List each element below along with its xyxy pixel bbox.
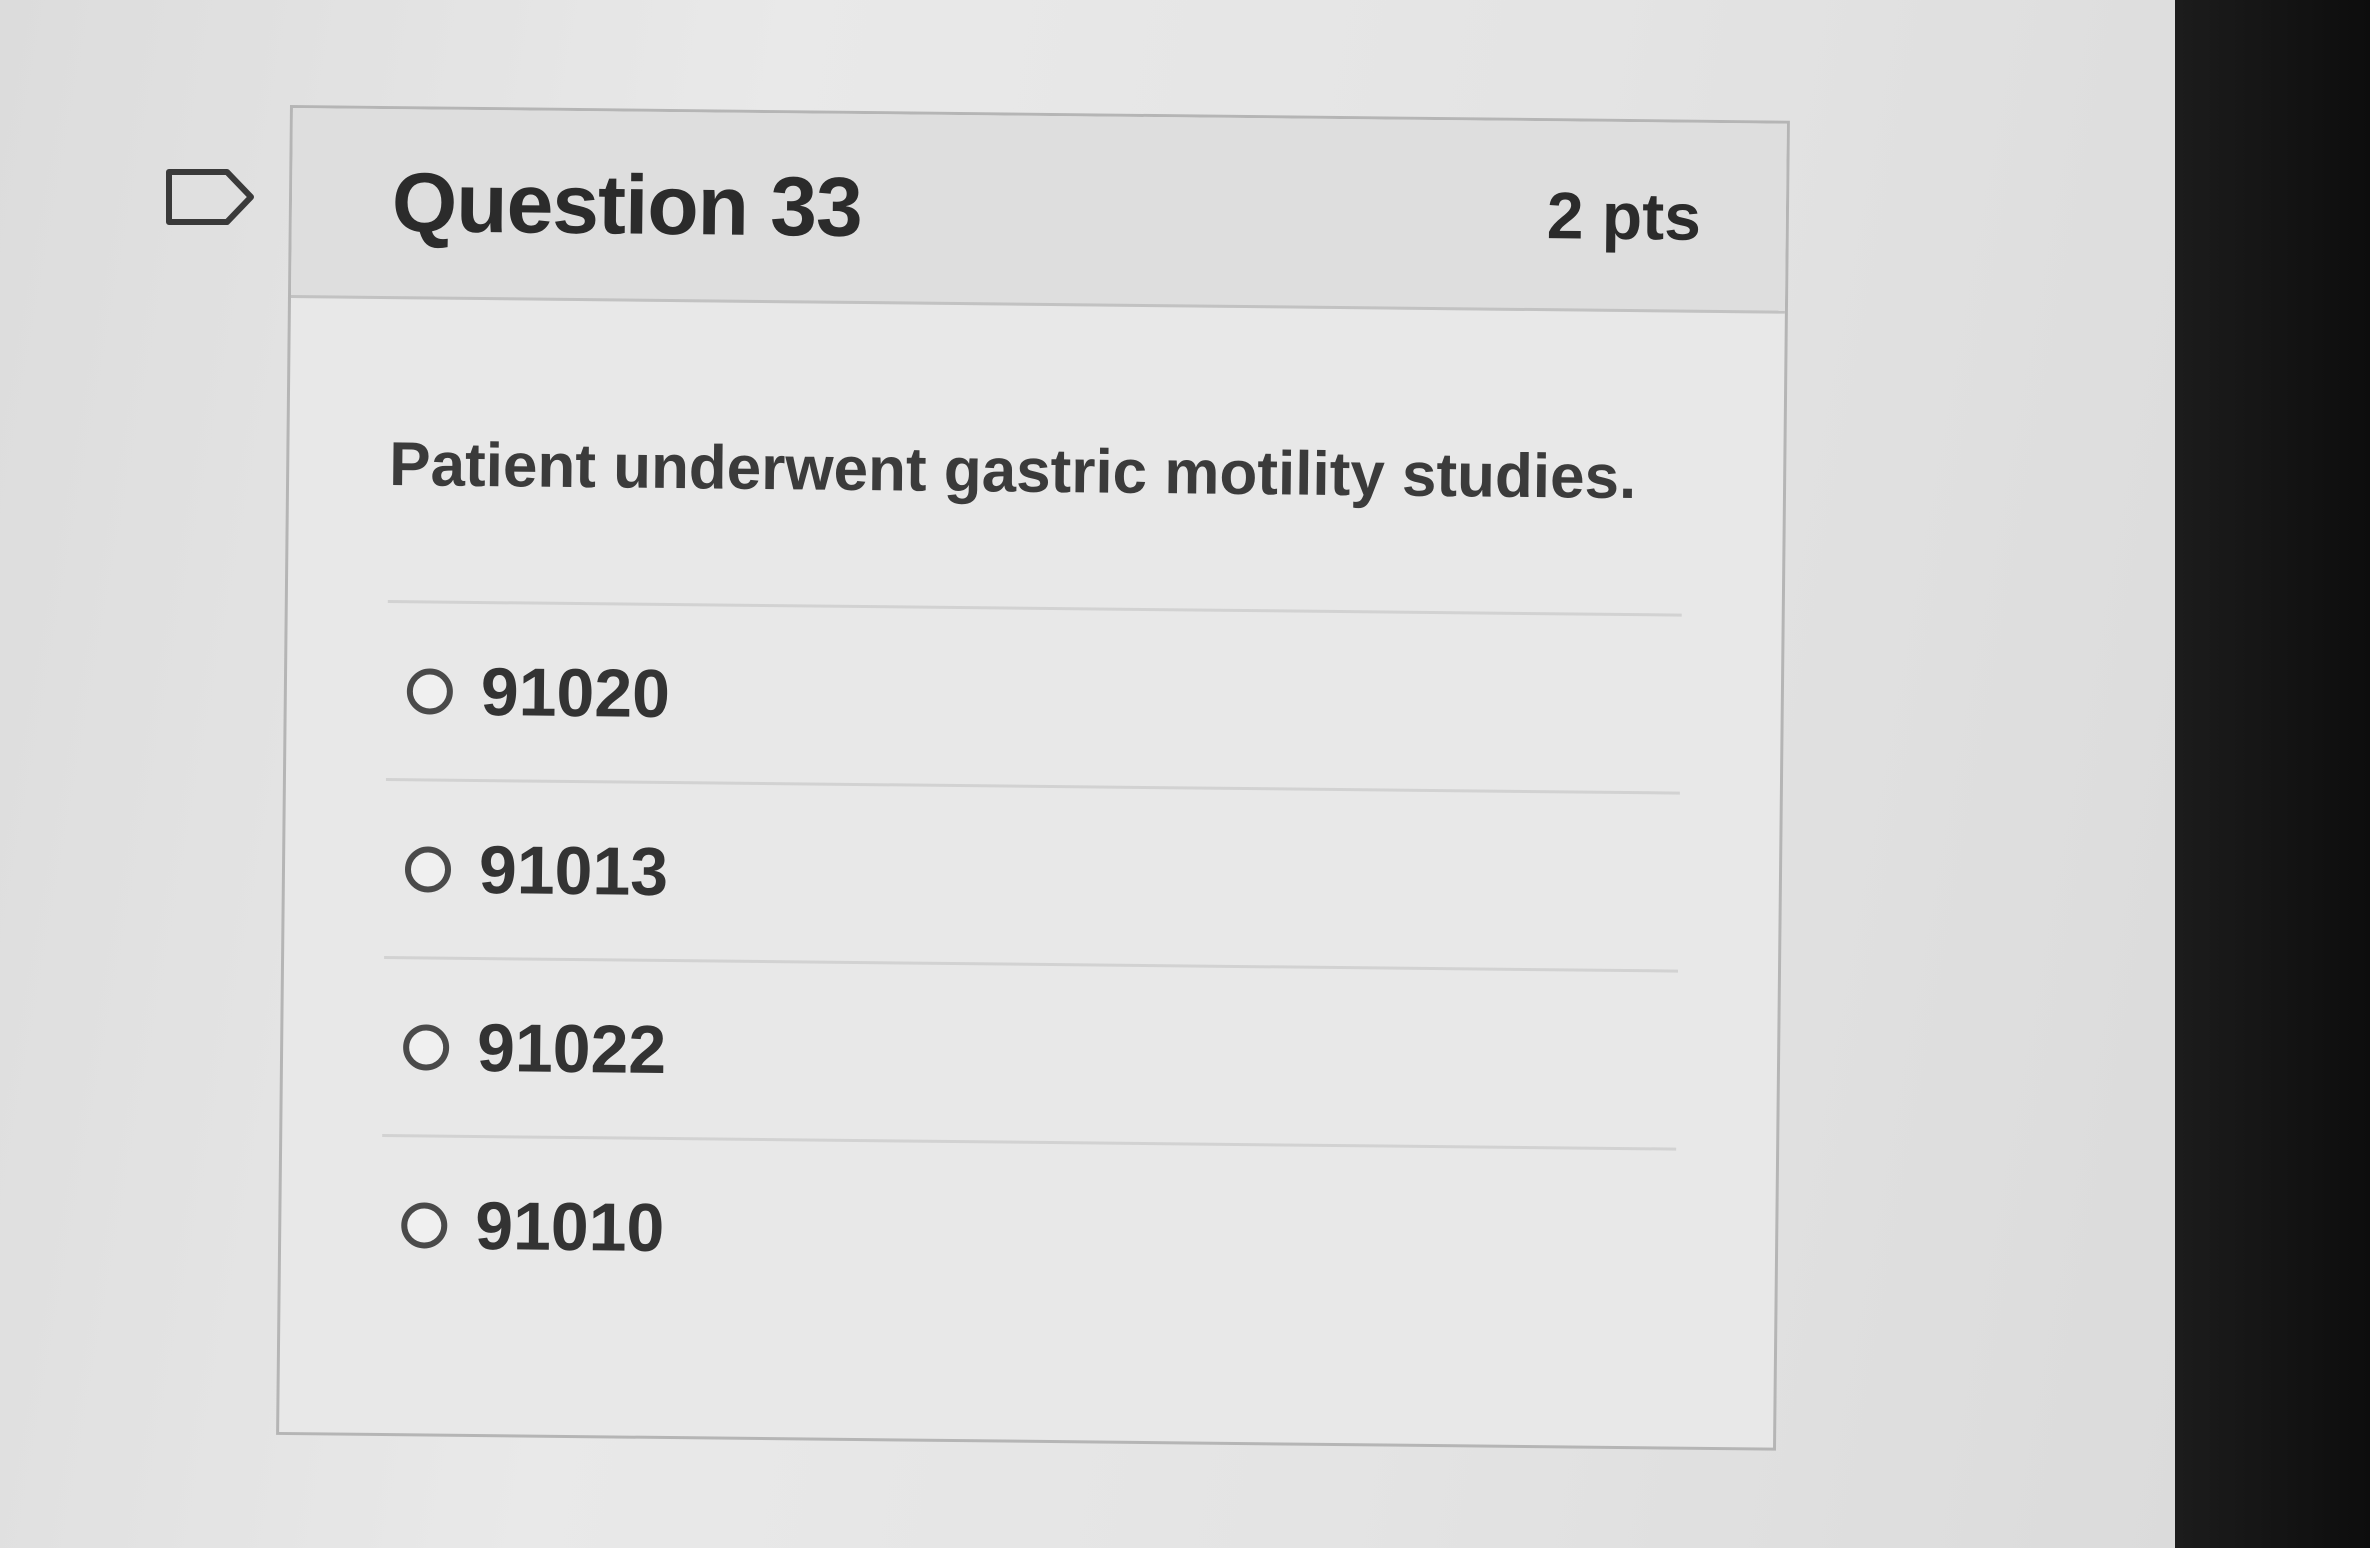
question-card: Question 33 2 pts Patient underwent gast… xyxy=(276,105,1790,1451)
radio-button[interactable] xyxy=(401,1201,448,1249)
question-points: 2 pts xyxy=(1546,177,1702,254)
radio-button[interactable] xyxy=(406,667,454,715)
answer-label: 91013 xyxy=(478,831,669,910)
answer-label: 91010 xyxy=(474,1187,665,1266)
answer-label: 91022 xyxy=(476,1009,667,1088)
flag-icon[interactable] xyxy=(165,168,255,226)
radio-button[interactable] xyxy=(402,1023,450,1071)
answer-option[interactable]: 91020 xyxy=(385,603,1682,795)
radio-button[interactable] xyxy=(404,845,452,893)
answer-list: 91020 91013 91022 91010 xyxy=(380,600,1682,1326)
question-text: Patient underwent gastric motility studi… xyxy=(388,430,1637,513)
question-title: Question 33 xyxy=(391,155,863,254)
answer-option[interactable]: 91022 xyxy=(382,959,1678,1151)
answer-option[interactable]: 91010 xyxy=(380,1137,1676,1326)
answer-option[interactable]: 91013 xyxy=(384,781,1680,973)
question-body: Patient underwent gastric motility studi… xyxy=(280,298,1785,1327)
answer-label: 91020 xyxy=(480,653,671,732)
question-header: Question 33 2 pts xyxy=(290,108,1787,314)
device-bezel xyxy=(2175,0,2370,1548)
